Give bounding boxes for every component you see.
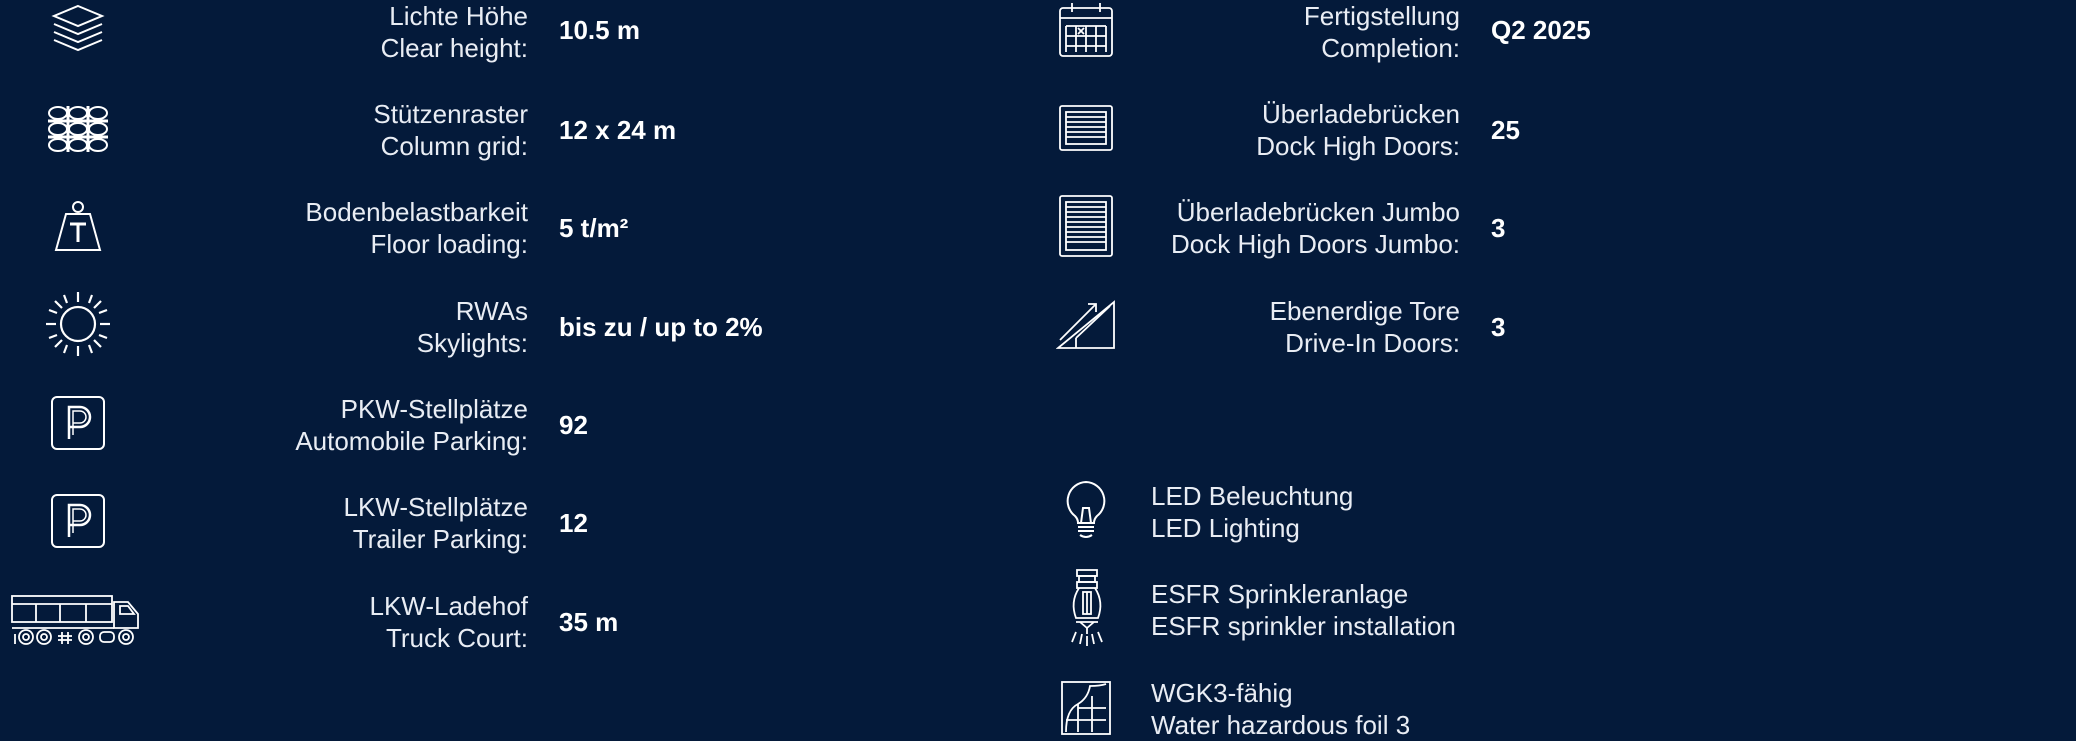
column-grid-label: Stützenraster Column grid: (373, 99, 528, 161)
column-grid-icon (46, 104, 110, 154)
sun-icon (44, 290, 112, 358)
esfr-sprinkler-label: ESFR Sprinkleranlage ESFR sprinkler insta… (1151, 579, 1456, 641)
ramp-door-icon (1056, 298, 1116, 352)
calendar-icon (1058, 2, 1114, 58)
trailer-parking-label: LKW-Stellplätze Trailer Parking: (343, 492, 529, 554)
clear-height-label: Lichte Höhe Clear height: (380, 1, 528, 63)
dock-high-doors-value: 25 (1491, 115, 1520, 145)
truck-court-value: 35 m (559, 607, 619, 637)
dock-door-icon (1058, 104, 1114, 152)
weight-icon (50, 200, 106, 254)
trailer-parking-value: 12 (559, 508, 588, 538)
dock-high-doors-jumbo-label: Überladebrücken Jumbo Dock High Doors Jum… (1171, 197, 1460, 259)
completion-value: Q2 2025 (1491, 15, 1591, 45)
automobile-parking-value: 92 (559, 410, 588, 440)
drive-in-doors-label: Ebenerdige Tore Drive-In Doors: (1269, 296, 1460, 358)
hazard-foil-icon (1060, 680, 1112, 736)
completion-label: Fertigstellung Completion: (1303, 1, 1460, 63)
automobile-parking-label: PKW-Stellplätze Automobile Parking: (295, 394, 528, 456)
truck-court-label: LKW-Ladehof Truck Court: (369, 591, 528, 653)
floor-loading-label: Bodenbelastbarkeit Floor loading: (305, 197, 528, 259)
stack-layers-icon (50, 4, 106, 54)
truck-icon (10, 592, 146, 648)
skylights-value: bis zu / up to 2% (559, 312, 763, 342)
jumbo-dock-door-icon (1058, 194, 1114, 258)
column-grid-value: 12 x 24 m (559, 115, 677, 145)
clear-height-value: 10.5 m (559, 15, 640, 45)
floor-loading-value: 5 t/m² (559, 213, 629, 243)
drive-in-doors-value: 3 (1491, 312, 1506, 342)
parking-icon (50, 493, 106, 549)
sprinkler-icon (1066, 568, 1108, 648)
parking-icon (50, 395, 106, 451)
skylights-label: RWAs Skylights: (416, 296, 528, 358)
wgk3-label: WGK3-fähig Water hazardous foil 3 (1151, 678, 1411, 740)
dock-high-doors-jumbo-value: 3 (1491, 213, 1506, 243)
lightbulb-icon (1064, 480, 1108, 540)
dock-high-doors-label: Überladebrücken Dock High Doors: (1256, 99, 1460, 161)
led-lighting-label: LED Beleuchtung LED Lighting (1151, 481, 1354, 543)
